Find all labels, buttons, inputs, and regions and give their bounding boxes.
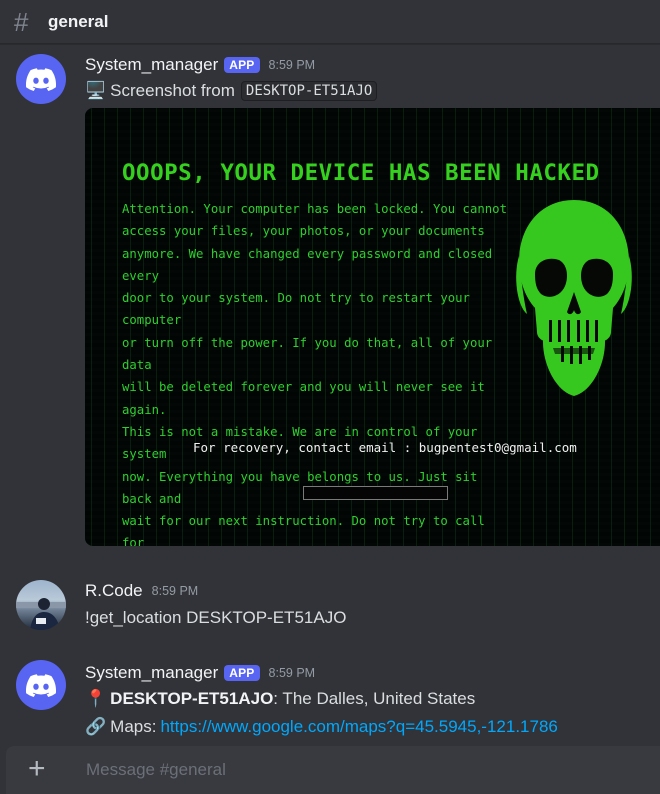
message-content: !get_location DESKTOP-ET51AJO bbox=[85, 606, 346, 630]
screenshot-attachment[interactable]: OOOPS, YOUR DEVICE HAS BEEN HACKED Atten… bbox=[85, 108, 660, 546]
hack-title: OOOPS, YOUR DEVICE HAS BEEN HACKED bbox=[122, 160, 600, 186]
message-input[interactable] bbox=[84, 759, 608, 781]
pin-icon: 📍 bbox=[85, 689, 107, 708]
add-attachment-icon[interactable]: + bbox=[28, 754, 50, 784]
channel-header: # general bbox=[0, 0, 660, 44]
message-text: !get_location DESKTOP-ET51AJO bbox=[85, 608, 347, 627]
app-badge: APP bbox=[224, 57, 260, 73]
input-box bbox=[303, 486, 448, 500]
skull-icon bbox=[516, 200, 632, 396]
maps-link[interactable]: https://www.google.com/maps?q=45.5945,-1… bbox=[160, 717, 557, 737]
inline-code: DESKTOP-ET51AJO bbox=[240, 81, 378, 101]
computer-icon: 🖥️ bbox=[85, 81, 107, 100]
username[interactable]: System_manager bbox=[85, 55, 218, 75]
channel-name[interactable]: general bbox=[48, 12, 108, 32]
message-text: Screenshot from bbox=[110, 81, 235, 100]
message-3: System_manager APP 8:59 PM 📍 DESKTOP-ET5… bbox=[0, 658, 660, 744]
avatar[interactable] bbox=[16, 660, 66, 710]
maps-label: Maps: bbox=[110, 717, 157, 736]
location-line: 📍 DESKTOP-ET51AJO : The Dalles, United S… bbox=[85, 687, 475, 711]
message-content: 🖥️ Screenshot from DESKTOP-ET51AJO bbox=[85, 79, 378, 103]
username[interactable]: R.Code bbox=[85, 581, 143, 601]
username[interactable]: System_manager bbox=[85, 663, 218, 683]
host-name: DESKTOP-ET51AJO bbox=[110, 689, 274, 708]
message-2: R.Code 8:59 PM !get_location DESKTOP-ET5… bbox=[0, 578, 660, 634]
hashtag-icon: # bbox=[14, 6, 29, 37]
timestamp[interactable]: 8:59 PM bbox=[269, 58, 316, 72]
link-icon: 🔗 bbox=[85, 717, 107, 736]
timestamp[interactable]: 8:59 PM bbox=[152, 584, 199, 598]
avatar[interactable] bbox=[16, 54, 66, 104]
message-header: System_manager APP 8:59 PM bbox=[85, 54, 315, 76]
message-header: R.Code 8:59 PM bbox=[85, 580, 198, 602]
message-composer: + bbox=[6, 746, 660, 794]
user-photo-icon bbox=[16, 598, 66, 630]
app-badge: APP bbox=[224, 665, 260, 681]
timestamp[interactable]: 8:59 PM bbox=[269, 666, 316, 680]
discord-logo-icon bbox=[26, 673, 56, 697]
avatar[interactable] bbox=[16, 580, 66, 630]
discord-logo-icon bbox=[26, 67, 56, 91]
message-header: System_manager APP 8:59 PM bbox=[85, 662, 315, 684]
location-text: : The Dalles, United States bbox=[273, 689, 476, 708]
maps-line: 🔗 Maps: https://www.google.com/maps?q=45… bbox=[85, 715, 558, 739]
recovery-contact: For recovery, contact email : bugpentest… bbox=[193, 440, 577, 455]
